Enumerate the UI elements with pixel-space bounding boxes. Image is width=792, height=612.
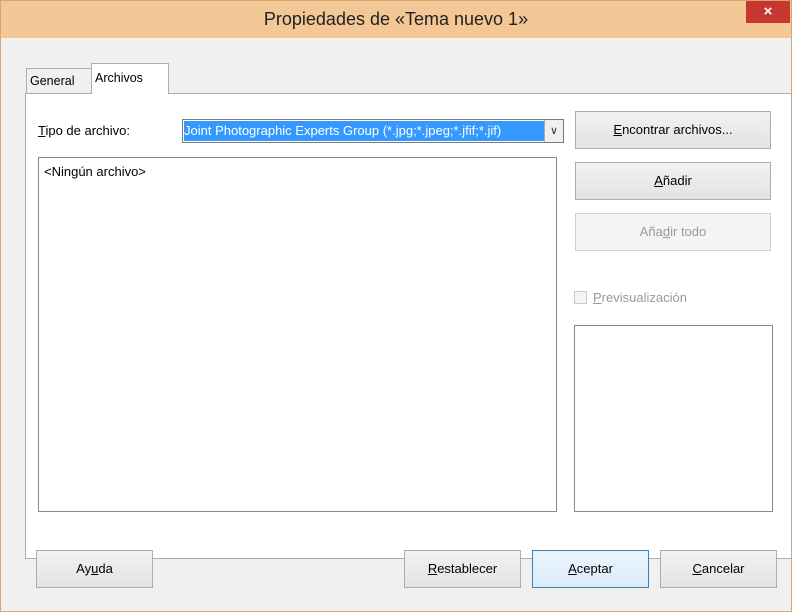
cancel-button[interactable]: Cancelar: [660, 550, 777, 588]
files-tab-panel: Tipo de archivo: Joint Photographic Expe…: [25, 93, 792, 559]
add-button[interactable]: Añadir: [575, 162, 771, 200]
reset-button[interactable]: Restablecer: [404, 550, 521, 588]
file-list[interactable]: <Ningún archivo>: [38, 157, 557, 512]
dialog-title: Propiedades de «Tema nuevo 1»: [263, 9, 529, 29]
file-type-label: Tipo de archivo:: [38, 123, 131, 138]
close-button[interactable]: ×: [746, 1, 790, 23]
find-files-button[interactable]: Encontrar archivos...: [575, 111, 771, 149]
dialog-body: General Archivos Tipo de archivo: Joint …: [9, 38, 792, 605]
file-type-selected-value: Joint Photographic Experts Group (*.jpg;…: [184, 121, 544, 141]
preview-area: [574, 325, 773, 512]
ok-button[interactable]: Aceptar: [532, 550, 649, 588]
dialog-window: Propiedades de «Tema nuevo 1» × General …: [0, 0, 792, 612]
add-all-button[interactable]: Añadir todo: [575, 213, 771, 251]
title-bar[interactable]: Propiedades de «Tema nuevo 1» ×: [1, 1, 791, 38]
help-button[interactable]: Ayuda: [36, 550, 153, 588]
file-type-dropdown[interactable]: Joint Photographic Experts Group (*.jpg;…: [182, 119, 564, 143]
file-list-empty-text: <Ningún archivo>: [44, 164, 146, 179]
tab-general[interactable]: General: [26, 68, 92, 93]
tab-archivos[interactable]: Archivos: [91, 63, 169, 94]
checkbox-icon: [574, 291, 587, 304]
preview-checkbox[interactable]: Previsualización: [574, 290, 687, 305]
close-icon: ×: [763, 3, 773, 20]
chevron-down-icon[interactable]: ∨: [544, 120, 563, 142]
